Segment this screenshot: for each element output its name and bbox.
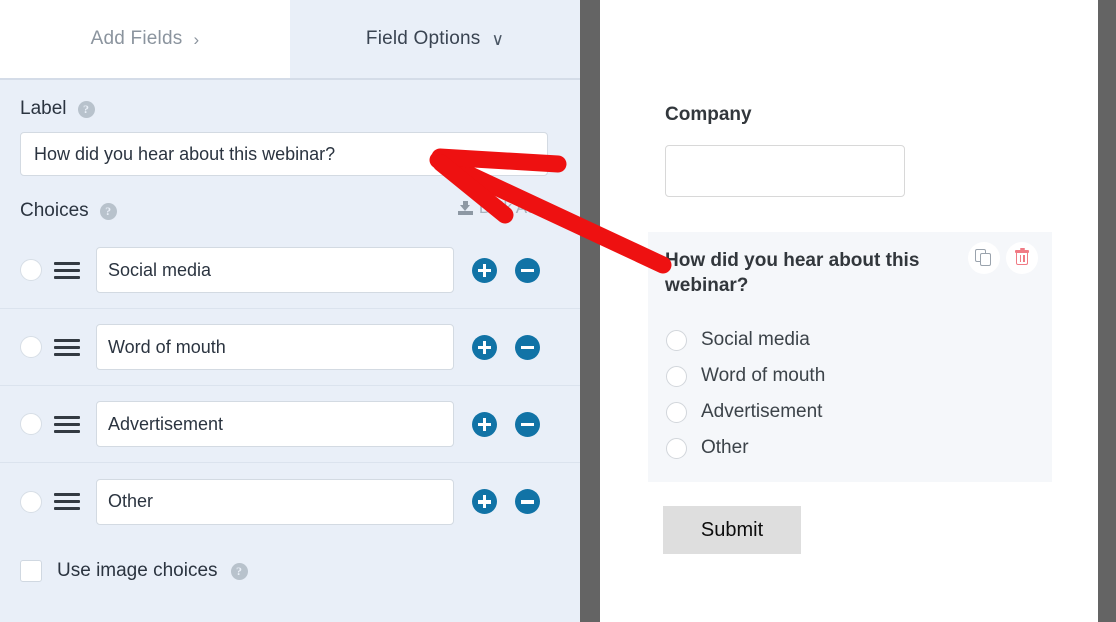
choice-default-radio[interactable]: [20, 336, 42, 358]
choice-default-radio[interactable]: [20, 259, 42, 281]
add-choice-button[interactable]: [472, 257, 497, 283]
preview-company-input[interactable]: [665, 145, 905, 197]
choice-row: [0, 463, 580, 540]
preview-option[interactable]: Word of mouth: [666, 358, 825, 394]
preview-options-list: Social media Word of mouth Advertisement…: [666, 322, 825, 466]
duplicate-field-button[interactable]: [968, 242, 1000, 274]
preview-left-gutter: [580, 0, 600, 622]
add-choice-button[interactable]: [472, 334, 497, 360]
bulk-add-label: Bulk Add: [478, 198, 546, 217]
use-image-choices-checkbox[interactable]: [20, 560, 42, 582]
trash-icon: [1014, 247, 1030, 267]
delete-field-button[interactable]: [1006, 242, 1038, 274]
choice-row: [0, 386, 580, 463]
choices-section-header: Choices ? Bulk Add: [0, 176, 580, 224]
question-mark-icon[interactable]: ?: [77, 100, 95, 118]
form-preview-panel: Company How did you hear about this webi…: [600, 0, 1098, 622]
tab-field-options-label: Field Options: [365, 28, 481, 49]
preview-option[interactable]: Other: [666, 430, 825, 466]
preview-radio-icon[interactable]: [666, 329, 687, 351]
drag-handle-icon[interactable]: [54, 413, 80, 435]
preview-radio-icon[interactable]: [666, 437, 687, 459]
preview-company-label: Company: [665, 104, 752, 125]
drag-handle-icon[interactable]: [54, 336, 80, 358]
question-mark-icon[interactable]: ?: [230, 562, 248, 580]
form-builder-screen: Add Fields › Field Options ∨ Label ? Cho…: [0, 0, 1116, 622]
choices-list: [0, 232, 580, 540]
choice-input[interactable]: [96, 401, 454, 447]
preview-option-label: Social media: [701, 329, 810, 350]
preview-field-actions: [968, 242, 1038, 274]
import-download-icon: [457, 200, 473, 216]
add-choice-button[interactable]: [472, 489, 497, 514]
choice-input[interactable]: [96, 478, 454, 525]
label-section-header: Label ?: [0, 82, 580, 120]
drag-handle-icon[interactable]: [54, 259, 80, 281]
drag-handle-icon[interactable]: [54, 491, 80, 513]
preview-right-gutter: [1098, 0, 1116, 622]
remove-choice-button[interactable]: [515, 257, 540, 283]
preview-option-label: Advertisement: [701, 401, 823, 422]
use-image-choices-label: Use image choices: [57, 560, 218, 581]
preview-option-label: Other: [701, 437, 749, 458]
choice-default-radio[interactable]: [20, 413, 42, 435]
label-input[interactable]: [20, 132, 548, 176]
remove-choice-button[interactable]: [515, 411, 540, 437]
tab-field-options[interactable]: Field Options ∨: [290, 0, 580, 78]
question-mark-icon[interactable]: ?: [99, 202, 117, 220]
preview-selected-field-card[interactable]: How did you hear about this webinar? Soc…: [648, 232, 1052, 482]
bulk-add-button[interactable]: Bulk Add: [457, 198, 546, 218]
tab-add-fields[interactable]: Add Fields ›: [0, 0, 290, 78]
preview-option-label: Word of mouth: [701, 365, 826, 386]
remove-choice-button[interactable]: [515, 334, 540, 360]
chevron-down-icon: ∨: [491, 29, 505, 49]
submit-button[interactable]: Submit: [663, 506, 801, 554]
choice-input[interactable]: [96, 324, 454, 370]
preview-radio-icon[interactable]: [666, 365, 687, 387]
choice-row: [0, 232, 580, 309]
field-options-sidebar: Add Fields › Field Options ∨ Label ? Cho…: [0, 0, 580, 622]
use-image-choices-row: Use image choices ?: [0, 540, 580, 582]
preview-radio-icon[interactable]: [666, 401, 687, 423]
tab-add-fields-label: Add Fields: [90, 28, 183, 49]
remove-choice-button[interactable]: [515, 489, 540, 514]
preview-option[interactable]: Social media: [666, 322, 825, 358]
add-choice-button[interactable]: [472, 411, 497, 437]
copy-icon: [975, 249, 993, 267]
choice-row: [0, 309, 580, 386]
choice-default-radio[interactable]: [20, 490, 42, 513]
chevron-right-icon: ›: [193, 29, 200, 49]
label-section-title: Label: [20, 98, 67, 119]
sidebar-tabs: Add Fields › Field Options ∨: [0, 0, 580, 80]
choices-section-title: Choices: [20, 200, 89, 221]
preview-selected-field-label: How did you hear about this webinar?: [665, 250, 920, 296]
preview-option[interactable]: Advertisement: [666, 394, 825, 430]
choice-input[interactable]: [96, 247, 454, 293]
field-options-body: Label ? Choices ? Bulk Add: [0, 82, 580, 622]
